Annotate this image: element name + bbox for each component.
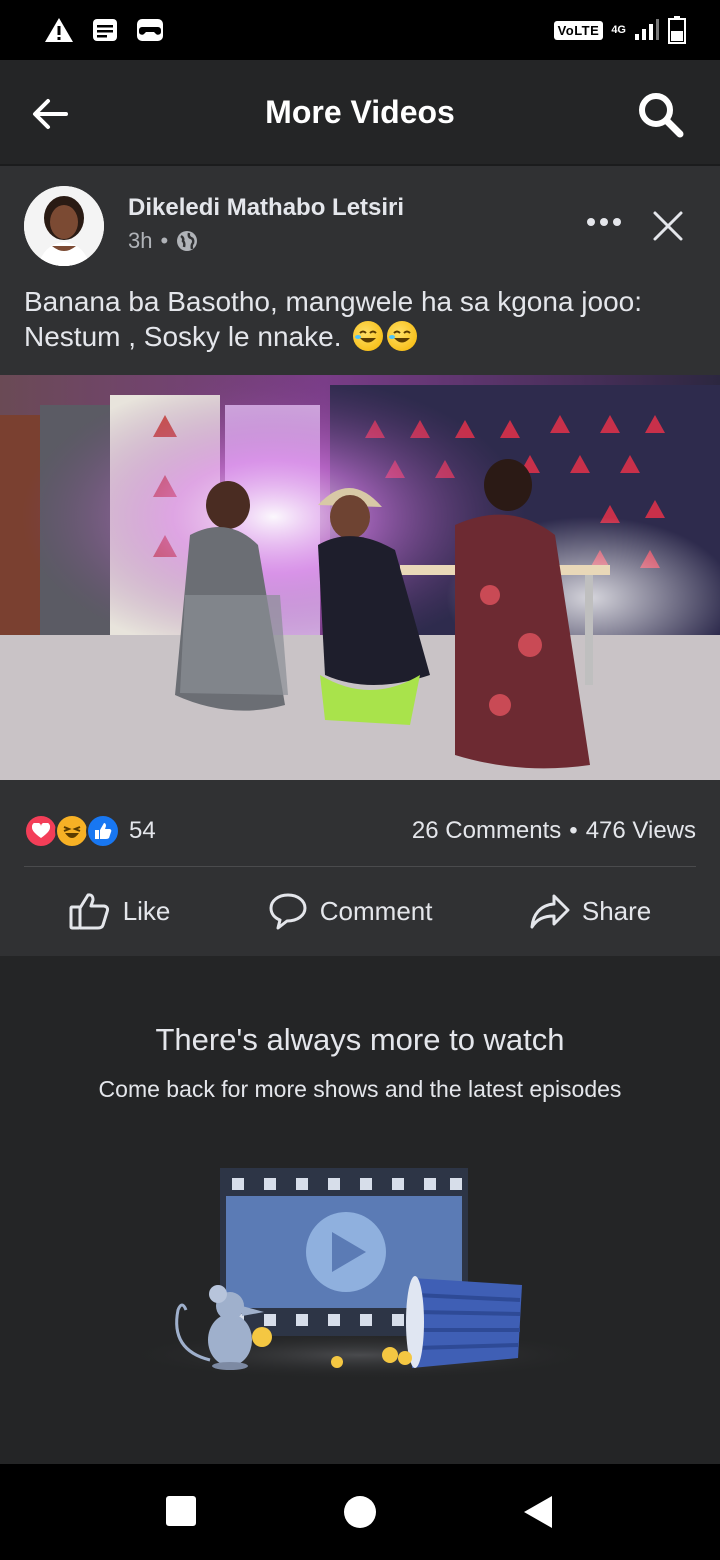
more-options-icon[interactable] — [584, 208, 624, 236]
empty-state-subtitle: Come back for more shows and the latest … — [98, 1076, 622, 1102]
gamepad-icon — [137, 19, 163, 41]
meta-separator: • — [160, 228, 169, 253]
like-label: Like — [122, 895, 171, 926]
back-arrow-icon[interactable] — [30, 94, 70, 134]
app-bar: More Videos — [0, 60, 720, 166]
divider — [24, 866, 696, 867]
notification-icons — [44, 17, 164, 43]
comment-button[interactable]: Comment — [268, 892, 433, 930]
reactions-row: 54 26 Comments • 476 Views — [24, 814, 696, 848]
like-button[interactable]: Like — [69, 892, 171, 930]
status-bar: VoLTE 4G — [0, 0, 720, 60]
video-post: Dikeledi Mathabo Letsiri 3h • Banana ba … — [0, 166, 720, 956]
comments-count[interactable]: 26 Comments — [412, 817, 561, 845]
reaction-count: 54 — [129, 817, 156, 844]
recent-apps-icon[interactable] — [164, 1494, 200, 1530]
warning-icon — [45, 18, 73, 42]
avatar[interactable] — [24, 186, 104, 266]
haha-reaction-icon — [55, 814, 89, 848]
empty-state-illustration — [120, 1168, 600, 1380]
stats-separator: • — [569, 817, 578, 844]
comment-bubble-icon — [269, 893, 307, 930]
like-reaction-icon — [86, 814, 120, 848]
empty-state-title: There's always more to watch — [155, 1022, 565, 1057]
home-icon[interactable] — [342, 1494, 378, 1530]
rolling-laughing-emoji-icon — [353, 321, 384, 351]
comment-label: Comment — [319, 895, 433, 926]
system-nav-bar — [0, 1464, 720, 1560]
back-nav-icon[interactable] — [520, 1494, 556, 1530]
author-name[interactable]: Dikeledi Mathabo Letsiri — [128, 194, 404, 222]
views-count: 476 Views — [585, 817, 696, 844]
battery-icon — [668, 16, 686, 44]
globe-icon — [177, 231, 198, 251]
message-icon — [93, 19, 117, 41]
share-label: Share — [581, 895, 652, 926]
system-indicators: VoLTE 4G — [553, 16, 686, 44]
post-time: 3h — [128, 228, 153, 253]
caption-text: Banana ba Basotho, mangwele ha sa kgona … — [24, 286, 643, 352]
volte-badge: VoLTE — [553, 20, 604, 40]
search-icon[interactable] — [636, 90, 684, 138]
rolling-laughing-emoji-icon — [387, 321, 418, 351]
reaction-summary[interactable]: 54 — [24, 814, 156, 848]
share-arrow-icon — [530, 894, 570, 929]
share-button[interactable]: Share — [530, 893, 651, 929]
post-meta: 3h • — [128, 228, 198, 254]
video-frame — [0, 375, 720, 780]
video-player[interactable] — [0, 375, 720, 780]
signal-icon — [635, 19, 659, 40]
page-title: More Videos — [265, 93, 455, 130]
thumbs-up-icon — [69, 893, 109, 930]
post-caption: Banana ba Basotho, mangwele ha sa kgona … — [24, 284, 704, 354]
close-icon[interactable] — [650, 208, 686, 244]
network-type: 4G — [611, 23, 626, 36]
post-stats: 26 Comments • 476 Views — [412, 817, 696, 845]
post-actions: Like Comment Share — [0, 878, 720, 944]
love-reaction-icon — [24, 814, 58, 848]
